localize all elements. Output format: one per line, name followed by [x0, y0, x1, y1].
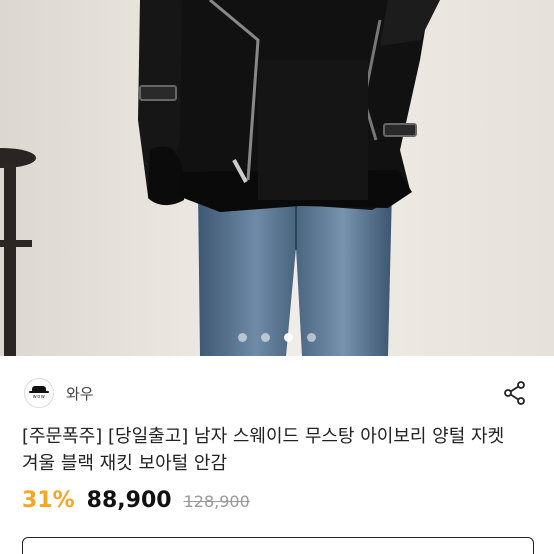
price-row: 31% 88,900 128,900 — [22, 488, 250, 513]
product-photo-illustration — [0, 0, 554, 356]
hat-icon — [29, 386, 49, 393]
product-image[interactable] — [0, 0, 554, 356]
seller-row[interactable]: wow 와우 — [24, 374, 534, 412]
pagination-dot[interactable] — [307, 333, 316, 342]
pagination-dot[interactable] — [261, 333, 270, 342]
sale-price: 88,900 — [86, 488, 172, 513]
seller-name[interactable]: 와우 — [66, 383, 94, 404]
discount-rate: 31% — [22, 488, 75, 513]
image-pagination — [0, 333, 554, 342]
original-price: 128,900 — [183, 492, 250, 511]
option-select-box[interactable] — [22, 537, 534, 554]
product-title: [주문폭주] [당일출고] 남자 스웨이드 무스탕 아이보리 양털 자켓 겨울 … — [22, 426, 505, 474]
pagination-dot[interactable] — [238, 333, 247, 342]
seller-logo[interactable]: wow — [24, 378, 54, 408]
share-icon[interactable] — [502, 380, 528, 406]
pagination-dot-active[interactable] — [284, 333, 293, 342]
seller-logo-text: wow — [32, 394, 46, 400]
